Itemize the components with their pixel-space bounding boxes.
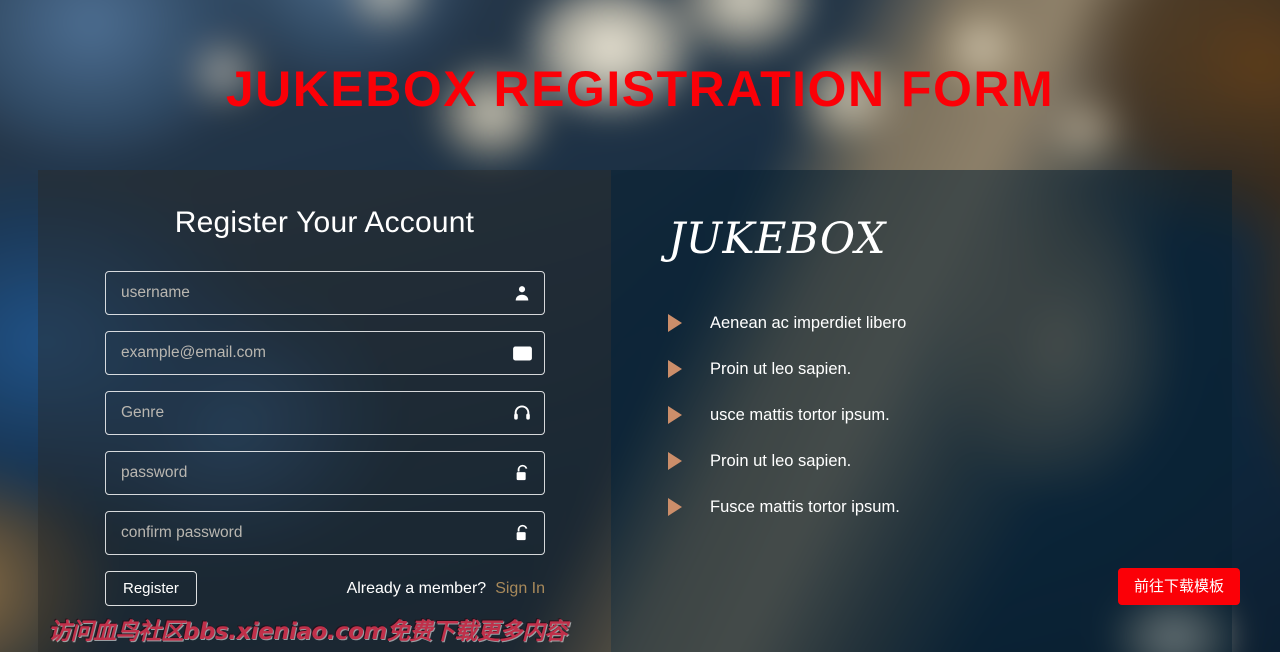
register-button[interactable]: Register — [105, 571, 197, 606]
play-triangle-icon — [668, 314, 682, 332]
field-confirm-password[interactable] — [105, 511, 545, 555]
form-footer: Register Already a member? Sign In — [105, 571, 545, 606]
brand-title: JUKEBOX — [668, 214, 886, 264]
list-item: Fusce mattis tortor ipsum. — [668, 484, 1232, 530]
play-triangle-icon — [668, 360, 682, 378]
field-genre[interactable] — [105, 391, 545, 435]
list-item: Aenean ac imperdiet libero — [668, 300, 1232, 346]
list-item-label: Proin ut leo sapien. — [710, 451, 852, 470]
download-template-button[interactable]: 前往下载模板 — [1117, 568, 1240, 605]
field-username[interactable] — [105, 271, 545, 315]
list-item-label: Fusce mattis tortor ipsum. — [710, 497, 900, 516]
password-input[interactable] — [106, 452, 544, 494]
username-input[interactable] — [106, 272, 544, 314]
play-triangle-icon — [668, 406, 682, 424]
member-prompt-group: Already a member? Sign In — [347, 580, 545, 598]
form-pane: Register Your Account username example@e… — [38, 170, 611, 652]
member-prompt-text: Already a member? — [346, 579, 487, 597]
list-item-label: Proin ut leo sapien. — [710, 359, 852, 378]
registration-card: Register Your Account username example@e… — [38, 170, 1232, 652]
watermark-text: 访问血鸟社区bbs.xieniao.com免费下载更多内容 — [48, 619, 567, 645]
confirm-password-input[interactable] — [106, 512, 544, 554]
field-email[interactable] — [105, 331, 545, 375]
genre-input[interactable] — [106, 392, 544, 434]
list-item: Proin ut leo sapien. — [668, 438, 1232, 484]
sign-in-link[interactable]: Sign In — [495, 580, 545, 598]
page-title: JUKEBOX REGISTRATION FORM — [225, 61, 1055, 117]
play-triangle-icon — [668, 498, 682, 516]
list-item-label: Aenean ac imperdiet libero — [710, 313, 907, 332]
list-item-label: usce mattis tortor ipsum. — [710, 405, 890, 424]
page-root: JUKEBOX REGISTRATION FORM Register Your … — [0, 0, 1280, 652]
field-password[interactable] — [105, 451, 545, 495]
play-triangle-icon — [668, 452, 682, 470]
list-item: usce mattis tortor ipsum. — [668, 392, 1232, 438]
form-heading: Register Your Account — [174, 206, 475, 239]
feature-list: Aenean ac imperdiet libero Proin ut leo … — [668, 300, 1232, 530]
email-input[interactable] — [106, 332, 544, 374]
list-item: Proin ut leo sapien. — [668, 346, 1232, 392]
